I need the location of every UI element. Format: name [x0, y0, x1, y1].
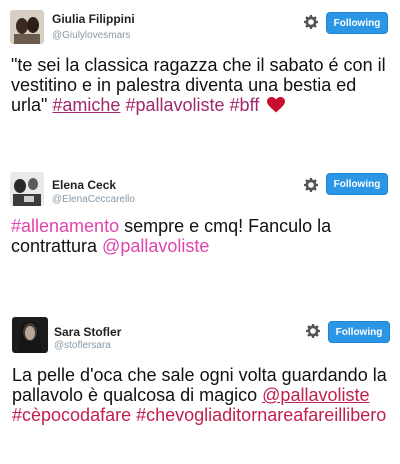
hashtag-link[interactable]: #allenamento — [11, 216, 119, 236]
gear-icon[interactable] — [303, 14, 319, 30]
user-handle[interactable]: @ElenaCeccarello — [52, 194, 135, 205]
user-name[interactable]: Elena Ceck — [52, 178, 116, 192]
tweet-card: Giulia Filippini @Giulylovesmars Followi… — [0, 0, 400, 150]
tweet-text: "te sei la classica ragazza che il sabat… — [11, 55, 396, 115]
mention-link[interactable]: @pallavoliste — [262, 385, 369, 405]
hashtag-link[interactable]: #amiche — [52, 95, 120, 115]
tweet-card: Elena Ceck @ElenaCeccarello Following #a… — [0, 160, 400, 290]
avatar[interactable] — [12, 317, 48, 353]
following-button[interactable]: Following — [326, 12, 388, 34]
user-name[interactable]: Sara Stofler — [54, 325, 121, 339]
tweet-text: #allenamento sempre e cmq! Fanculo la co… — [11, 216, 396, 256]
gear-icon[interactable] — [305, 323, 321, 339]
following-button[interactable]: Following — [328, 321, 390, 343]
hashtag-link[interactable]: #pallavoliste — [125, 95, 224, 115]
following-button[interactable]: Following — [326, 173, 388, 195]
tweet-text: La pelle d'oca che sale ogni volta guard… — [12, 365, 396, 425]
user-handle[interactable]: @Giulylovesmars — [52, 30, 131, 41]
gear-icon[interactable] — [303, 177, 319, 193]
hashtag-link[interactable]: #cèpocodafare — [12, 405, 131, 425]
hashtag-link[interactable]: #bff — [230, 95, 260, 115]
heart-icon — [267, 97, 286, 113]
tweet-card: Sara Stofler @stoflersara Following La p… — [0, 305, 400, 464]
mention-link[interactable]: @pallavoliste — [102, 236, 209, 256]
avatar[interactable] — [10, 172, 44, 206]
avatar[interactable] — [10, 10, 44, 44]
hashtag-link[interactable]: #chevogliaditornareafareillibero — [136, 405, 386, 425]
user-handle[interactable]: @stoflersara — [54, 340, 111, 351]
user-name[interactable]: Giulia Filippini — [52, 12, 135, 26]
